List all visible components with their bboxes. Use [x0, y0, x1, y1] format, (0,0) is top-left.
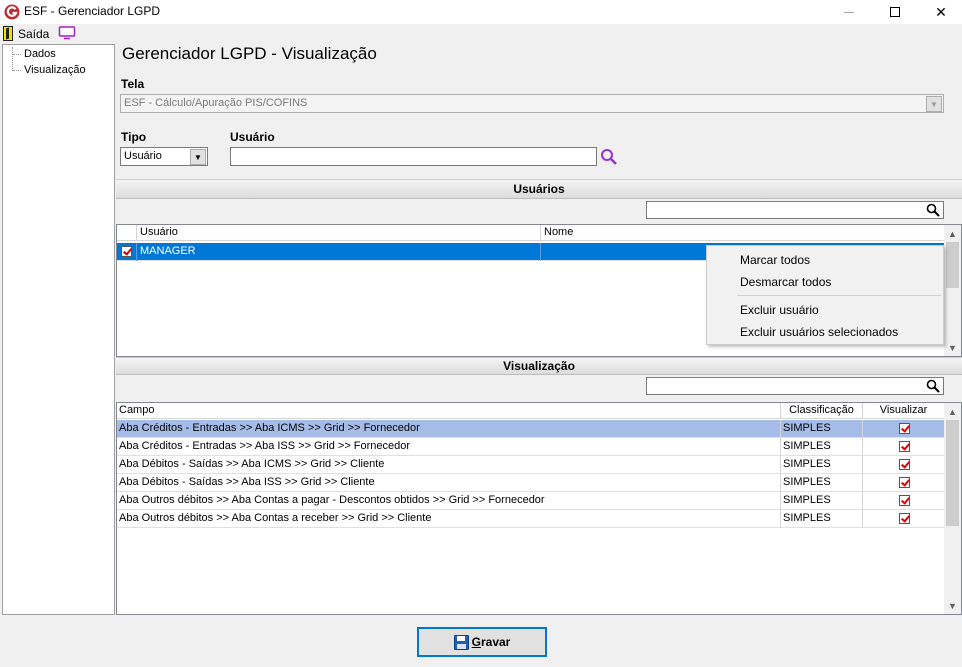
- minimize-icon: —: [844, 6, 854, 18]
- navigation-tree: Dados Visualização: [2, 44, 115, 615]
- context-menu: Marcar todos Desmarcar todos Excluir usu…: [706, 245, 944, 345]
- monitor-icon[interactable]: [58, 26, 76, 40]
- campo-cell[interactable]: Aba Créditos - Entradas >> Aba ISS >> Gr…: [117, 438, 781, 456]
- close-button[interactable]: ✕: [918, 0, 962, 24]
- view-search-input[interactable]: [646, 377, 944, 395]
- menu-item-desmarcar-todos[interactable]: Desmarcar todos: [740, 275, 831, 289]
- usuario-label: Usuário: [230, 130, 275, 144]
- visualizar-checkbox[interactable]: [899, 477, 910, 488]
- view-grid-header: Campo Classificação Visualizar: [117, 403, 944, 419]
- column-header-classificacao[interactable]: Classificação: [781, 403, 863, 419]
- campo-cell[interactable]: Aba Débitos - Saídas >> Aba ISS >> Grid …: [117, 474, 781, 492]
- tipo-select-value: Usuário: [124, 150, 162, 162]
- table-row[interactable]: Aba Outros débitos >> Aba Contas a pagar…: [117, 492, 944, 510]
- maximize-icon: [890, 7, 900, 17]
- table-row[interactable]: Aba Créditos - Entradas >> Aba ICMS >> G…: [117, 420, 944, 438]
- tipo-label: Tipo: [121, 130, 147, 144]
- scroll-up-icon[interactable]: ▲: [944, 403, 961, 420]
- view-grid-scrollbar[interactable]: ▲ ▼: [944, 403, 961, 614]
- tela-select-value: ESF - Cálculo/Apuração PIS/COFINS: [124, 97, 308, 109]
- classificacao-cell[interactable]: SIMPLES: [781, 420, 863, 438]
- campo-cell[interactable]: Aba Débitos - Saídas >> Aba ICMS >> Grid…: [117, 456, 781, 474]
- classificacao-cell[interactable]: SIMPLES: [781, 492, 863, 510]
- save-button-label: Gravar: [471, 635, 511, 649]
- minimize-button[interactable]: —: [826, 0, 872, 24]
- visualizar-checkbox[interactable]: [899, 459, 910, 470]
- tree-item-dados[interactable]: Dados: [24, 48, 56, 60]
- chevron-down-icon: ▼: [926, 96, 942, 112]
- users-search-input[interactable]: [646, 201, 944, 219]
- classificacao-cell[interactable]: SIMPLES: [781, 510, 863, 528]
- visualizar-cell[interactable]: [863, 492, 944, 510]
- chevron-down-icon: ▼: [190, 149, 206, 165]
- column-header-nome[interactable]: Nome: [541, 225, 944, 241]
- tela-select[interactable]: ESF - Cálculo/Apuração PIS/COFINS ▼: [120, 94, 944, 113]
- scroll-up-icon[interactable]: ▲: [944, 225, 961, 242]
- view-section-header: Visualização: [116, 357, 962, 375]
- search-icon[interactable]: [926, 379, 940, 393]
- usuario-input[interactable]: [230, 147, 597, 166]
- select-column-header: [117, 225, 137, 241]
- tree-item-visualizacao[interactable]: Visualização: [24, 64, 86, 76]
- window-title: ESF - Gerenciador LGPD: [24, 4, 161, 18]
- users-grid-header: Usuário Nome: [117, 225, 944, 241]
- page-title: Gerenciador LGPD - Visualização: [122, 44, 377, 63]
- visualizar-cell[interactable]: [863, 510, 944, 528]
- tree-connector: [12, 47, 13, 71]
- classificacao-cell[interactable]: SIMPLES: [781, 474, 863, 492]
- row-checkbox-cell[interactable]: [117, 243, 137, 261]
- search-icon[interactable]: [600, 148, 618, 166]
- floppy-disk-icon: [453, 634, 469, 650]
- visualizar-cell[interactable]: [863, 420, 944, 438]
- tela-label: Tela: [121, 77, 145, 91]
- visualizar-checkbox[interactable]: [899, 423, 910, 434]
- close-icon: ✕: [935, 3, 947, 20]
- visualizar-cell[interactable]: [863, 438, 944, 456]
- app-logo-icon: [4, 4, 20, 20]
- table-row[interactable]: Aba Débitos - Saídas >> Aba ICMS >> Grid…: [117, 456, 944, 474]
- usuario-cell[interactable]: MANAGER: [137, 243, 541, 261]
- scrollbar-thumb[interactable]: [946, 420, 959, 526]
- menu-item-marcar-todos[interactable]: Marcar todos: [740, 253, 810, 267]
- menu-item-excluir-usuario[interactable]: Excluir usuário: [740, 303, 819, 317]
- visualizar-cell[interactable]: [863, 456, 944, 474]
- campo-cell[interactable]: Aba Outros débitos >> Aba Contas a receb…: [117, 510, 781, 528]
- visualizar-checkbox[interactable]: [899, 441, 910, 452]
- tree-connector: [13, 54, 21, 55]
- visualizar-checkbox[interactable]: [899, 495, 910, 506]
- campo-cell[interactable]: Aba Créditos - Entradas >> Aba ICMS >> G…: [117, 420, 781, 438]
- column-header-usuario[interactable]: Usuário: [137, 225, 541, 241]
- scroll-down-icon[interactable]: ▼: [944, 597, 961, 614]
- campo-cell[interactable]: Aba Outros débitos >> Aba Contas a pagar…: [117, 492, 781, 510]
- scrollbar-thumb[interactable]: [946, 242, 959, 288]
- table-row[interactable]: Aba Débitos - Saídas >> Aba ISS >> Grid …: [117, 474, 944, 492]
- scroll-down-icon[interactable]: ▼: [944, 339, 961, 356]
- search-icon[interactable]: [926, 203, 940, 217]
- row-checkbox[interactable]: [121, 246, 132, 257]
- menu-separator: [737, 295, 941, 296]
- classificacao-cell[interactable]: SIMPLES: [781, 456, 863, 474]
- exit-button-label[interactable]: Saída: [18, 27, 49, 41]
- visualizar-checkbox[interactable]: [899, 513, 910, 524]
- users-grid-scrollbar[interactable]: ▲ ▼: [944, 225, 961, 356]
- toolbar: [0, 24, 962, 44]
- users-section-header: Usuários: [116, 179, 962, 199]
- table-row[interactable]: Aba Outros débitos >> Aba Contas a receb…: [117, 510, 944, 528]
- menu-item-excluir-selecionados[interactable]: Excluir usuários selecionados: [740, 325, 898, 339]
- title-bar: ESF - Gerenciador LGPD — ✕: [0, 0, 962, 24]
- maximize-button[interactable]: [872, 0, 918, 24]
- tipo-select[interactable]: Usuário ▼: [120, 147, 208, 166]
- visualizar-cell[interactable]: [863, 474, 944, 492]
- tree-connector: [13, 70, 21, 71]
- column-header-visualizar[interactable]: Visualizar: [863, 403, 944, 419]
- exit-door-icon[interactable]: [3, 26, 13, 41]
- table-row[interactable]: Aba Créditos - Entradas >> Aba ISS >> Gr…: [117, 438, 944, 456]
- classificacao-cell[interactable]: SIMPLES: [781, 438, 863, 456]
- view-grid: Campo Classificação Visualizar Aba Crédi…: [116, 402, 962, 615]
- column-header-campo[interactable]: Campo: [117, 403, 781, 419]
- save-button[interactable]: Gravar: [417, 627, 547, 657]
